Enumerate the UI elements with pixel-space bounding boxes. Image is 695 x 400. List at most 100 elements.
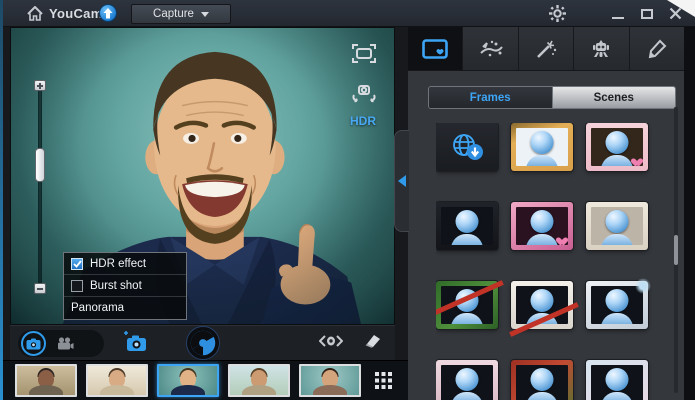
photo-filmstrip — [3, 360, 408, 400]
download-globe-icon — [450, 133, 484, 161]
checkbox-icon[interactable] — [71, 280, 83, 292]
hdr-toggle[interactable]: HDR — [350, 114, 376, 128]
tile-inner — [441, 365, 493, 400]
checkbox-checked-icon[interactable] — [71, 258, 83, 270]
tab-magic-wand[interactable] — [519, 27, 574, 70]
caret-down-icon — [201, 12, 209, 17]
frame-tile[interactable] — [436, 360, 498, 400]
webcam-sphere — [606, 368, 629, 391]
tile-inner — [591, 128, 643, 166]
frame-tile[interactable] — [586, 123, 648, 171]
tab-effects[interactable] — [463, 27, 518, 70]
webcam-body — [601, 313, 633, 324]
zoom-out-button[interactable] — [34, 283, 46, 294]
frame-tile[interactable] — [586, 281, 648, 329]
fullscreen-icon[interactable] — [352, 44, 376, 68]
zoom-slider-track[interactable] — [38, 86, 42, 286]
thumb-shoulders — [313, 385, 347, 397]
aperture-icon — [189, 329, 217, 357]
zoom-slider — [29, 80, 51, 294]
webcam-body — [451, 234, 483, 245]
shutter-button[interactable] — [186, 326, 220, 360]
photo-thumbnail[interactable] — [299, 364, 361, 397]
gallery-view-button[interactable] — [374, 371, 393, 390]
photo-thumbnail[interactable] — [15, 364, 77, 397]
gadgets-icon — [589, 39, 613, 59]
minimize-button[interactable] — [612, 0, 632, 27]
frame-tile[interactable] — [436, 281, 498, 329]
webcam-sphere — [531, 289, 554, 312]
photo-mode-button[interactable] — [21, 331, 46, 356]
panel-tabs — [408, 27, 684, 71]
photo-thumbnail-selected[interactable] — [157, 364, 219, 397]
menu-item-burst-shot[interactable]: Burst shot — [64, 275, 186, 297]
webcam-sphere — [531, 368, 554, 391]
camera-preview: HDR HDR effect Burst shot Panorama — [10, 27, 395, 325]
grid-icon — [374, 371, 393, 390]
mode-toggle — [18, 330, 104, 357]
tile-inner — [516, 207, 568, 245]
home-icon[interactable] — [27, 6, 43, 21]
webcam-sphere — [606, 289, 629, 312]
maximize-button[interactable] — [641, 0, 661, 27]
pencil-icon — [646, 39, 668, 59]
effects-icon — [478, 39, 504, 59]
effects-panel: Frames Scenes — [408, 27, 684, 400]
mirror-button[interactable] — [319, 334, 343, 353]
panel-collapse-handle[interactable] — [394, 130, 409, 232]
photo-thumbnail[interactable] — [228, 364, 290, 397]
thumb-shoulders — [171, 385, 205, 397]
tab-draw[interactable] — [630, 27, 684, 70]
snapshot-camera-icon — [122, 331, 148, 353]
download-frames-tile[interactable] — [436, 123, 498, 171]
plus-icon-v — [39, 83, 41, 89]
webcam-sphere — [531, 210, 554, 233]
toolbar-right-group — [319, 334, 381, 353]
frame-tile[interactable] — [586, 360, 648, 400]
minimize-icon — [612, 17, 624, 19]
tile-inner — [441, 207, 493, 245]
subtab-frames[interactable]: Frames — [429, 87, 553, 108]
panel-scrollbar[interactable] — [674, 107, 678, 393]
frame-tile[interactable] — [436, 202, 498, 250]
upgrade-icon[interactable] — [99, 4, 117, 22]
capture-toolbar — [10, 325, 395, 360]
scrollbar-thumb[interactable] — [674, 235, 678, 265]
webcam-body — [451, 313, 483, 324]
webcam-sphere — [531, 131, 554, 154]
eraser-button[interactable] — [361, 334, 381, 353]
menu-item-hdr-effect[interactable]: HDR effect — [64, 253, 186, 275]
zoom-in-button[interactable] — [34, 80, 46, 91]
tab-frames[interactable] — [408, 27, 463, 70]
frame-tile[interactable] — [586, 202, 648, 250]
tab-gadgets[interactable] — [574, 27, 629, 70]
webcam-body — [526, 234, 558, 245]
video-mode-button[interactable] — [57, 337, 74, 350]
frame-icon — [422, 39, 448, 59]
rotate-camera-icon[interactable] — [350, 82, 378, 111]
capture-button[interactable]: Capture — [131, 4, 231, 24]
webcam-body — [601, 155, 633, 166]
video-camera-icon — [57, 337, 74, 350]
frame-tile[interactable] — [511, 202, 573, 250]
tile-inner — [516, 286, 568, 324]
snapshot-button[interactable] — [122, 331, 148, 358]
thumb-shoulders — [100, 385, 134, 397]
maximize-icon — [641, 9, 653, 19]
photo-thumbnail[interactable] — [86, 364, 148, 397]
webcam-body — [601, 234, 633, 245]
webcam-sphere — [606, 210, 629, 233]
menu-item-panorama[interactable]: Panorama — [64, 297, 186, 319]
thumb-shoulders — [242, 385, 276, 397]
menu-label: Burst shot — [90, 280, 142, 292]
frame-tile[interactable] — [511, 123, 573, 171]
eraser-icon — [361, 334, 381, 348]
zoom-slider-thumb[interactable] — [35, 148, 45, 182]
gear-icon[interactable] — [549, 0, 571, 27]
frame-tile[interactable] — [511, 360, 573, 400]
window-left-accent — [0, 0, 3, 400]
frames-scenes-toggle: Frames Scenes — [428, 86, 676, 109]
webcam-sphere — [456, 368, 479, 391]
frame-tile[interactable] — [511, 281, 573, 329]
subtab-scenes[interactable]: Scenes — [553, 87, 676, 108]
